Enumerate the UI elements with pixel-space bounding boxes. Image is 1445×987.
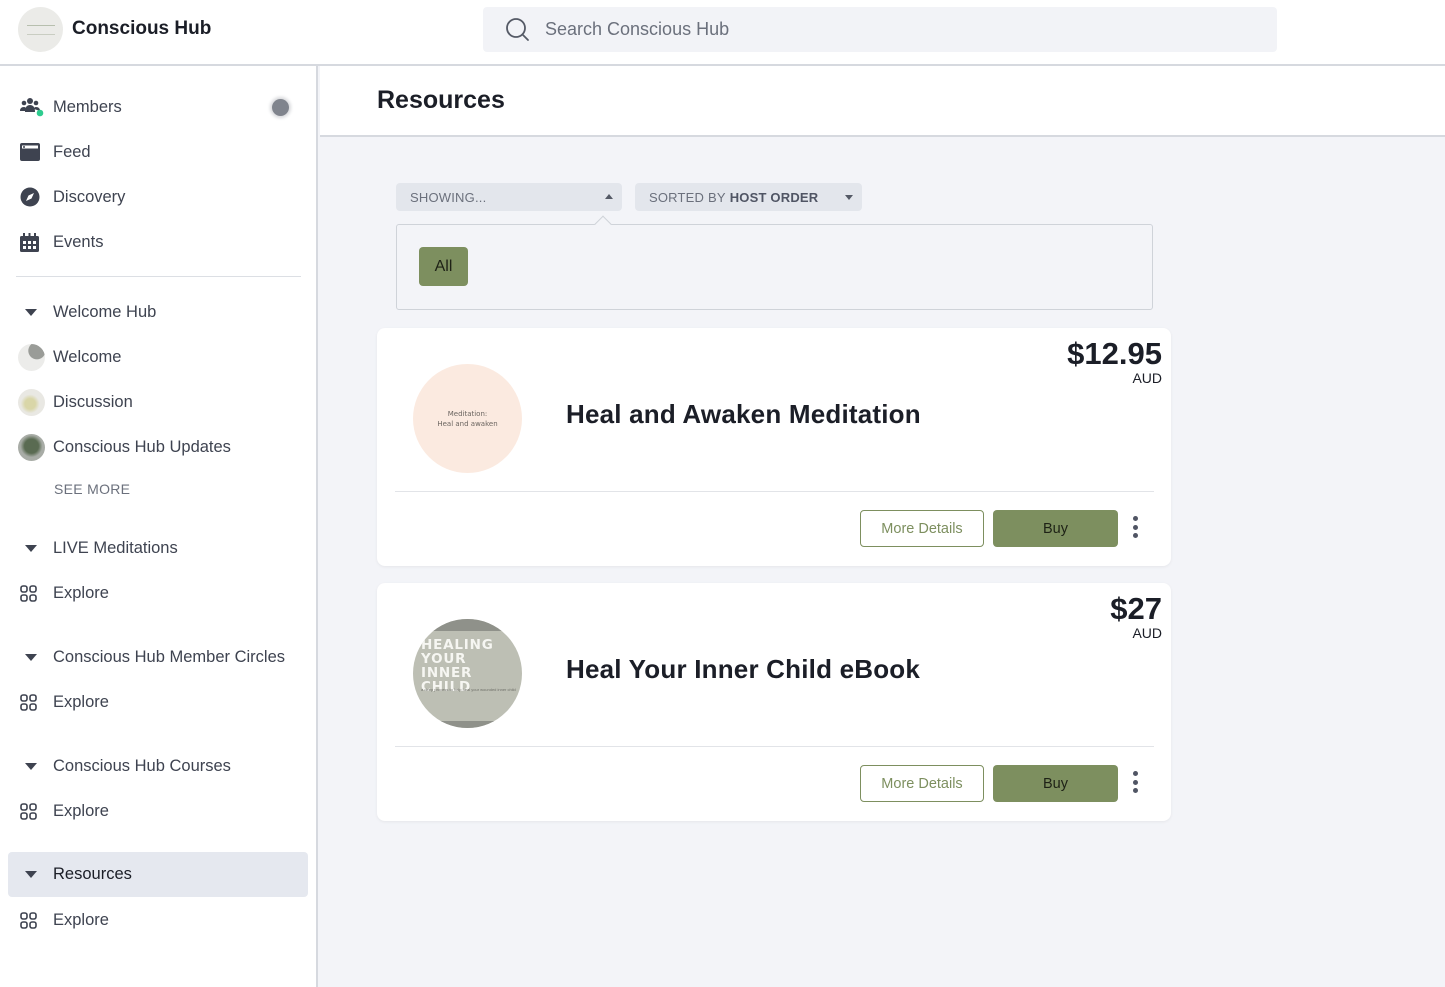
chevron-down-icon (845, 195, 853, 200)
section-resources[interactable]: Resources (8, 852, 308, 897)
brand-logo[interactable] (18, 7, 63, 52)
status-toggle[interactable] (272, 99, 289, 116)
section-title: LIVE Meditations (53, 538, 178, 557)
section-title: Welcome Hub (53, 302, 157, 321)
sidebar-item-label: Discovery (53, 187, 126, 206)
grid-icon (20, 584, 52, 602)
calendar-icon (20, 232, 52, 252)
sidebar-item-label: Feed (53, 142, 91, 161)
page-title: Resources (377, 86, 505, 114)
compass-icon (20, 187, 52, 207)
thumbnail-text: Heal and awaken (437, 419, 498, 428)
sidebar-item-label: Explore (53, 692, 109, 711)
feed-icon (20, 143, 52, 161)
chevron-down-icon (20, 871, 52, 878)
avatar (18, 433, 45, 461)
sidebar-item-explore[interactable]: Explore (8, 680, 308, 724)
more-options-icon[interactable] (1129, 514, 1141, 540)
sidebar-item-events[interactable]: Events (8, 220, 308, 264)
sidebar-item-discussion[interactable]: Discussion (8, 380, 308, 424)
card-divider (395, 491, 1154, 492)
members-icon (20, 97, 52, 117)
filter-option-all[interactable]: All (419, 247, 468, 286)
resource-title[interactable]: Heal Your Inner Child eBook (566, 654, 920, 685)
sidebar-item-explore[interactable]: Explore (8, 571, 308, 615)
sidebar-item-label: Events (53, 232, 104, 251)
grid-icon (20, 693, 52, 711)
top-bar: Conscious Hub (0, 0, 1445, 66)
logo-mark (26, 24, 55, 35)
search-input[interactable] (545, 7, 1245, 52)
panel-notch (594, 215, 612, 233)
sidebar-item-conscious-hub-updates[interactable]: Conscious Hub Updates (8, 425, 308, 469)
sidebar-item-welcome[interactable]: Welcome (8, 335, 308, 379)
page-header: Resources (320, 66, 1445, 137)
sort-prefix: SORTED BY (649, 189, 726, 205)
section-welcome-hub[interactable]: Welcome Hub (8, 290, 308, 334)
sidebar-item-label: Explore (53, 910, 109, 929)
showing-label: SHOWING... (410, 189, 487, 205)
sidebar-item-label: Explore (53, 583, 109, 602)
sidebar-item-explore[interactable]: Explore (8, 898, 308, 942)
chevron-down-icon (20, 762, 52, 770)
sidebar-item-feed[interactable]: Feed (8, 130, 308, 174)
sidebar-divider (16, 276, 301, 277)
thumbnail-text: HEALING (421, 637, 494, 653)
thumbnail-text: YOUR INNER (421, 651, 473, 681)
see-more-link[interactable]: SEE MORE (54, 481, 130, 497)
buy-button[interactable]: Buy (993, 765, 1118, 802)
filter-options-panel: All (396, 215, 1153, 310)
sidebar-item-label: Conscious Hub Updates (53, 437, 231, 456)
resource-card: Meditation: Heal and awaken Heal and Awa… (377, 328, 1171, 566)
chevron-down-icon (20, 308, 52, 316)
avatar (18, 343, 45, 371)
card-divider (395, 746, 1154, 747)
chevron-down-icon (20, 653, 52, 661)
resource-thumbnail[interactable]: Meditation: Heal and awaken (413, 364, 522, 473)
section-courses[interactable]: Conscious Hub Courses (8, 744, 308, 788)
resource-card: HEALING YOUR INNER CHILD a deep process … (377, 583, 1171, 821)
sidebar: Members Feed Discovery Events Welcome Hu… (0, 66, 318, 987)
thumbnail-text: Meditation: (447, 409, 488, 418)
resource-price: $12.95 (1067, 336, 1162, 371)
section-title: Resources (53, 865, 132, 883)
sort-dropdown[interactable]: SORTED BY HOST ORDER (635, 183, 862, 211)
more-options-icon[interactable] (1129, 769, 1141, 795)
section-member-circles[interactable]: Conscious Hub Member Circles (8, 635, 308, 679)
resource-title[interactable]: Heal and Awaken Meditation (566, 399, 921, 430)
resource-currency: AUD (1132, 370, 1162, 386)
resource-thumbnail[interactable]: HEALING YOUR INNER CHILD a deep process … (413, 619, 522, 728)
sidebar-item-label: Members (53, 97, 122, 116)
resource-currency: AUD (1132, 625, 1162, 641)
sidebar-item-label: Discussion (53, 392, 133, 411)
more-details-button[interactable]: More Details (860, 765, 984, 802)
sidebar-item-explore[interactable]: Explore (8, 789, 308, 833)
more-details-button[interactable]: More Details (860, 510, 984, 547)
sort-value: HOST ORDER (729, 189, 819, 205)
sidebar-item-discovery[interactable]: Discovery (8, 175, 308, 219)
section-title: Conscious Hub Member Circles (53, 647, 285, 666)
grid-icon (20, 911, 52, 929)
thumbnail-subtext: a deep process to help heal your wounded… (421, 687, 516, 692)
section-live-meditations[interactable]: LIVE Meditations (8, 526, 308, 570)
sidebar-item-label: Explore (53, 801, 109, 820)
search-icon (506, 18, 529, 41)
avatar (18, 388, 45, 416)
brand-name[interactable]: Conscious Hub (72, 18, 211, 40)
buy-button[interactable]: Buy (993, 510, 1118, 547)
search-bar[interactable] (483, 7, 1277, 52)
chevron-up-icon (605, 194, 613, 199)
sidebar-item-label: Welcome (53, 347, 122, 366)
chevron-down-icon (20, 544, 52, 552)
grid-icon (20, 802, 52, 820)
section-title: Conscious Hub Courses (53, 756, 231, 775)
resource-price: $27 (1110, 591, 1162, 626)
showing-filter-dropdown[interactable]: SHOWING... (396, 183, 622, 211)
sidebar-item-members[interactable]: Members (8, 85, 308, 129)
